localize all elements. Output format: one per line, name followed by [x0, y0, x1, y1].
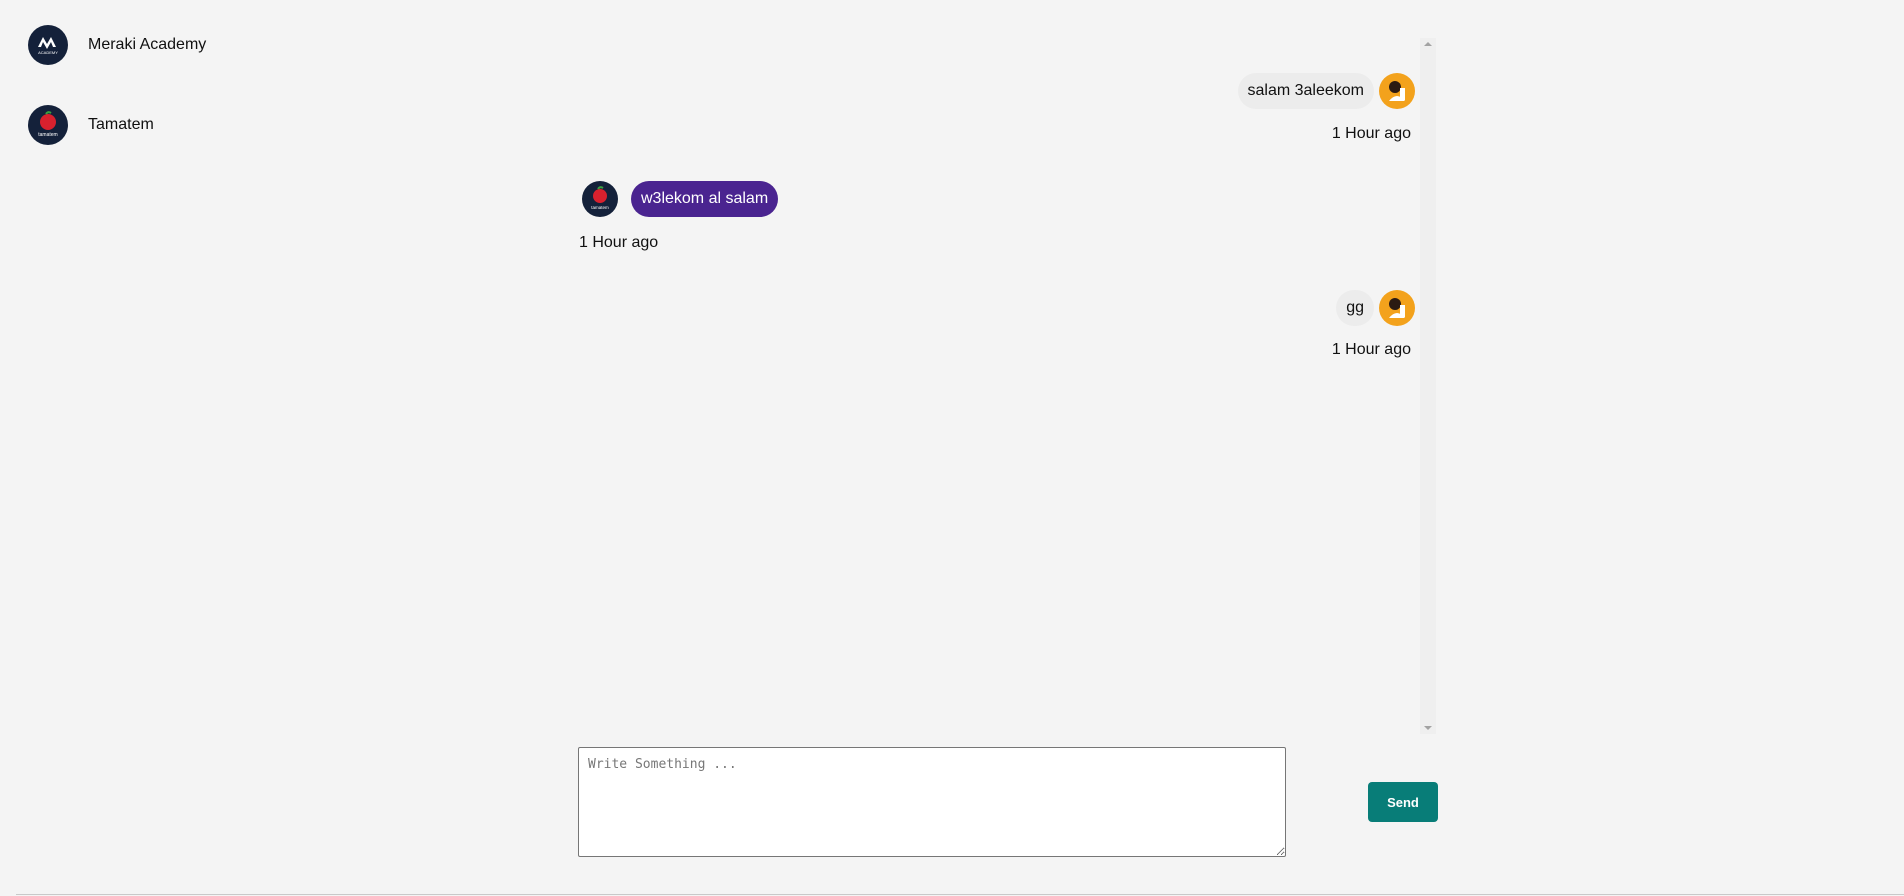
message-bubble: salam 3aleekom	[1237, 73, 1374, 109]
tamatem-logo-text: tamatem	[38, 132, 57, 138]
message-sent: gg	[1336, 290, 1415, 326]
chat-scrollbar[interactable]	[1420, 38, 1436, 734]
contact-tamatem[interactable]: tamatem Tamatem	[28, 105, 154, 145]
chat-app: ACADEMY Meraki Academy tamatem Tamatem s…	[0, 0, 1904, 896]
message-sent: salam 3aleekom	[1237, 73, 1415, 109]
contact-name: Meraki Academy	[88, 36, 207, 53]
message-timestamp: 1 Hour ago	[1331, 125, 1411, 142]
user-avatar-icon	[1379, 290, 1415, 326]
message-timestamp: 1 Hour ago	[579, 234, 659, 251]
contact-meraki-academy[interactable]: ACADEMY Meraki Academy	[28, 25, 206, 65]
tamatem-logo-icon: tamatem	[28, 105, 68, 145]
scroll-down-arrow-icon[interactable]	[1424, 726, 1432, 730]
meraki-logo-text: ACADEMY	[38, 50, 58, 55]
message-input[interactable]	[578, 747, 1286, 857]
tamatem-logo-icon: tamatem	[582, 181, 618, 217]
message-bubble: gg	[1336, 290, 1374, 326]
user-avatar-icon	[1379, 73, 1415, 109]
scroll-up-arrow-icon[interactable]	[1424, 42, 1432, 46]
message-timestamp: 1 Hour ago	[1331, 341, 1411, 358]
chat-messages-area[interactable]	[570, 38, 1435, 734]
divider	[16, 894, 1904, 895]
tamatem-logo-text: tamatem	[591, 205, 609, 210]
meraki-academy-logo-icon: ACADEMY	[28, 25, 68, 65]
contact-name: Tamatem	[88, 116, 154, 133]
message-received: tamatem w3lekom al salam	[582, 181, 779, 217]
send-button[interactable]: Send	[1368, 782, 1438, 822]
message-bubble: w3lekom al salam	[631, 181, 779, 217]
